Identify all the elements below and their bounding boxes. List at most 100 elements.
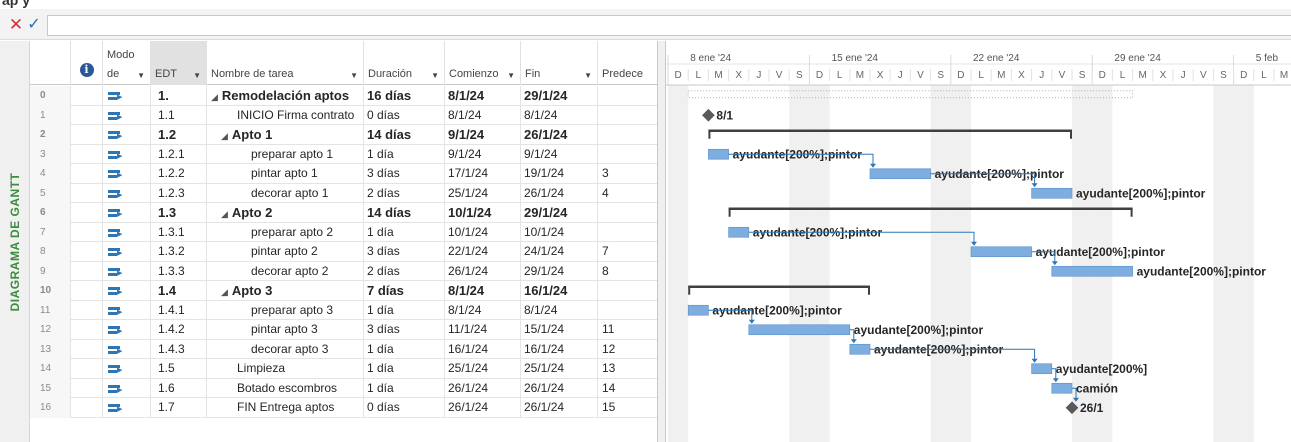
row-start[interactable]: 11/1/24 xyxy=(445,320,521,340)
row-edt[interactable]: 1.3.2 xyxy=(151,242,207,262)
collapse-triangle-icon[interactable]: ◢ xyxy=(211,92,218,102)
row-end[interactable]: 26/1/24 xyxy=(521,378,598,398)
row-end[interactable]: 29/1/24 xyxy=(521,261,598,281)
table-row[interactable]: 6 ▶ 1.3 ◢ Apto 2 14 días 10/1/24 29/1/24 xyxy=(30,203,657,223)
header-indicators[interactable]: i xyxy=(71,41,103,85)
row-start[interactable]: 26/1/24 xyxy=(445,261,521,281)
row-mode[interactable]: ▶ xyxy=(103,398,151,418)
row-duration[interactable]: 1 día xyxy=(364,222,445,242)
row-start[interactable]: 10/1/24 xyxy=(445,222,521,242)
row-end[interactable]: 15/1/24 xyxy=(521,320,598,340)
row-start[interactable]: 16/1/24 xyxy=(445,339,521,359)
row-id[interactable]: 1 xyxy=(30,105,71,125)
view-bar[interactable]: DIAGRAMA DE GANTT xyxy=(0,41,30,442)
row-end[interactable]: 8/1/24 xyxy=(521,300,598,320)
row-predecessor[interactable]: 11 xyxy=(598,320,657,340)
row-end[interactable]: 9/1/24 xyxy=(521,144,598,164)
row-id[interactable]: 4 xyxy=(30,164,71,184)
row-mode[interactable]: ▶ xyxy=(103,144,151,164)
table-row[interactable]: 14 ▶ 1.5 Limpieza 1 día 25/1/24 25/1/24 13 xyxy=(30,359,657,379)
row-duration[interactable]: 1 día xyxy=(364,300,445,320)
row-start[interactable]: 22/1/24 xyxy=(445,242,521,262)
row-id[interactable]: 2 xyxy=(30,125,71,145)
row-task-name[interactable]: FIN Entrega aptos xyxy=(207,398,364,418)
row-predecessor[interactable]: 12 xyxy=(598,340,657,360)
row-edt[interactable]: 1.4.3 xyxy=(151,339,207,359)
row-end[interactable]: 19/1/24 xyxy=(521,164,598,184)
row-end[interactable]: 26/1/24 xyxy=(521,183,598,203)
table-row[interactable]: 16 ▶ 1.7 FIN Entrega aptos 0 días 26/1/24 26/1… xyxy=(30,398,657,418)
row-edt[interactable]: 1.2 xyxy=(151,125,207,145)
row-duration[interactable]: 0 días xyxy=(364,105,445,125)
row-predecessor[interactable] xyxy=(598,223,657,243)
row-start[interactable]: 25/1/24 xyxy=(445,359,521,379)
row-start[interactable]: 8/1/24 xyxy=(445,86,521,106)
row-id[interactable]: 6 xyxy=(30,203,71,223)
row-mode[interactable]: ▶ xyxy=(103,105,151,125)
row-end[interactable]: 25/1/24 xyxy=(521,359,598,379)
row-task-name[interactable]: ◢ Apto 1 xyxy=(207,125,364,145)
row-start[interactable]: 8/1/24 xyxy=(445,300,521,320)
row-mode[interactable]: ▶ xyxy=(103,320,151,340)
collapse-triangle-icon[interactable]: ◢ xyxy=(221,287,228,297)
row-predecessor[interactable]: 13 xyxy=(598,359,657,379)
row-mode[interactable]: ▶ xyxy=(103,164,151,184)
row-id[interactable]: 3 xyxy=(30,144,71,164)
row-start[interactable]: 8/1/24 xyxy=(445,281,521,301)
row-mode[interactable]: ▶ xyxy=(103,183,151,203)
dropdown-arrow-icon[interactable]: ▼ xyxy=(137,71,145,80)
row-predecessor[interactable] xyxy=(598,86,657,106)
row-id[interactable]: 8 xyxy=(30,242,71,262)
header-duration[interactable]: Duración ▼ xyxy=(364,41,445,85)
row-task-name[interactable]: preparar apto 2 xyxy=(207,222,364,242)
row-mode[interactable]: ▶ xyxy=(103,125,151,145)
row-task-name[interactable]: decorar apto 1 xyxy=(207,183,364,203)
row-edt[interactable]: 1.1 xyxy=(151,105,207,125)
dropdown-arrow-icon[interactable]: ▼ xyxy=(193,71,201,80)
row-task-name[interactable]: preparar apto 1 xyxy=(207,144,364,164)
table-row[interactable]: 2 ▶ 1.2 ◢ Apto 1 14 días 9/1/24 26/1/24 xyxy=(30,125,657,145)
row-predecessor[interactable]: 3 xyxy=(598,164,657,184)
row-task-name[interactable]: decorar apto 3 xyxy=(207,339,364,359)
row-id[interactable]: 10 xyxy=(30,281,71,301)
row-end[interactable]: 26/1/24 xyxy=(521,125,598,145)
row-start[interactable]: 8/1/24 xyxy=(445,105,521,125)
row-edt[interactable]: 1.3 xyxy=(151,203,207,223)
entry-input[interactable] xyxy=(47,15,1291,36)
row-predecessor[interactable] xyxy=(598,145,657,165)
row-id[interactable]: 15 xyxy=(30,378,71,398)
table-row[interactable]: 7 ▶ 1.3.1 preparar apto 21 día 10/1/24 10/1/2… xyxy=(30,222,657,243)
table-row[interactable]: 9 ▶ 1.3.3 decorar apto 2 2 días 26/1/24 29/1/2… xyxy=(30,261,657,282)
row-task-name[interactable]: ◢ Apto 3 xyxy=(207,281,364,301)
row-edt[interactable]: 1.4.1 xyxy=(151,300,207,320)
row-predecessor[interactable] xyxy=(598,125,657,145)
row-id[interactable]: 13 xyxy=(30,339,71,359)
collapse-triangle-icon[interactable]: ◢ xyxy=(221,209,228,219)
row-duration[interactable]: 16 días xyxy=(364,86,445,106)
row-edt[interactable]: 1.4.2 xyxy=(151,320,207,340)
row-task-name[interactable]: ◢ Apto 2 xyxy=(207,203,364,223)
row-duration[interactable]: 3 días xyxy=(364,320,445,340)
table-row[interactable]: 8 ▶ 1.3.2 pintar apto 2 3 días 22/1/24 24/1/24… xyxy=(30,242,657,262)
header-id[interactable] xyxy=(30,41,71,85)
row-duration[interactable]: 2 días xyxy=(364,183,445,203)
row-duration[interactable]: 1 día xyxy=(364,378,445,398)
row-id[interactable]: 12 xyxy=(30,320,71,340)
row-id[interactable]: 7 xyxy=(30,222,71,242)
row-predecessor[interactable]: 4 xyxy=(598,184,657,204)
row-end[interactable]: 8/1/24 xyxy=(521,105,598,125)
cross-icon[interactable]: ✕ xyxy=(8,16,24,34)
table-row[interactable]: 0 ▶ 1. ◢ Remodelación aptos 16 días 8/1/24 29/1… xyxy=(30,86,657,106)
row-task-name[interactable]: decorar apto 2 xyxy=(207,261,364,281)
row-mode[interactable]: ▶ xyxy=(103,281,151,301)
table-row[interactable]: 5 ▶ 1.2.3 decorar apto 1 2 días 25/1/24 26/1/2… xyxy=(30,183,657,204)
row-task-name[interactable]: pintar apto 2 xyxy=(207,242,364,262)
row-duration[interactable]: 14 días xyxy=(364,203,445,223)
header-edt[interactable]: EDT ▼ xyxy=(151,41,207,85)
row-predecessor[interactable]: 8 xyxy=(598,262,657,282)
row-end[interactable]: 16/1/24 xyxy=(521,281,598,301)
collapse-triangle-icon[interactable]: ◢ xyxy=(221,131,228,141)
table-row[interactable]: 3 ▶ 1.2.1 preparar apto 11 día 9/1/24 9/1/24 xyxy=(30,144,657,165)
row-predecessor[interactable] xyxy=(598,281,657,301)
row-task-name[interactable]: pintar apto 3 xyxy=(207,320,364,340)
